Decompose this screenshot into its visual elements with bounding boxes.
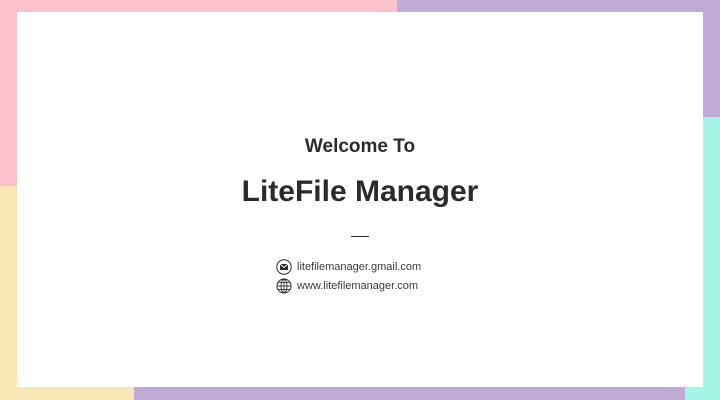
welcome-heading: Welcome To: [304, 136, 416, 157]
contact-email[interactable]: litefilemanager.gmail.com: [276, 259, 421, 275]
frame-band-teal-right: [703, 117, 720, 400]
frame-band-purple-bottom: [134, 387, 685, 400]
contact-website[interactable]: www.litefilemanager.com: [276, 278, 418, 294]
contact-website-text[interactable]: www.litefilemanager.com: [297, 280, 418, 292]
frame-band-yellow-left: [0, 186, 17, 400]
frame-band-pink-top: [0, 0, 397, 12]
contact-email-text[interactable]: litefilemanager.gmail.com: [297, 261, 421, 273]
app-title: LiteFile Manager: [241, 175, 479, 208]
globe-icon: [276, 278, 292, 294]
frame-band-purple-right: [703, 0, 720, 117]
envelope-icon: [276, 259, 292, 275]
frame-band-yellow-bottom: [0, 387, 134, 400]
frame-band-purple-top: [397, 0, 720, 12]
title-divider: [351, 236, 369, 237]
frame-band-pink-left: [0, 0, 17, 186]
frame-band-teal-bottom: [685, 387, 720, 400]
